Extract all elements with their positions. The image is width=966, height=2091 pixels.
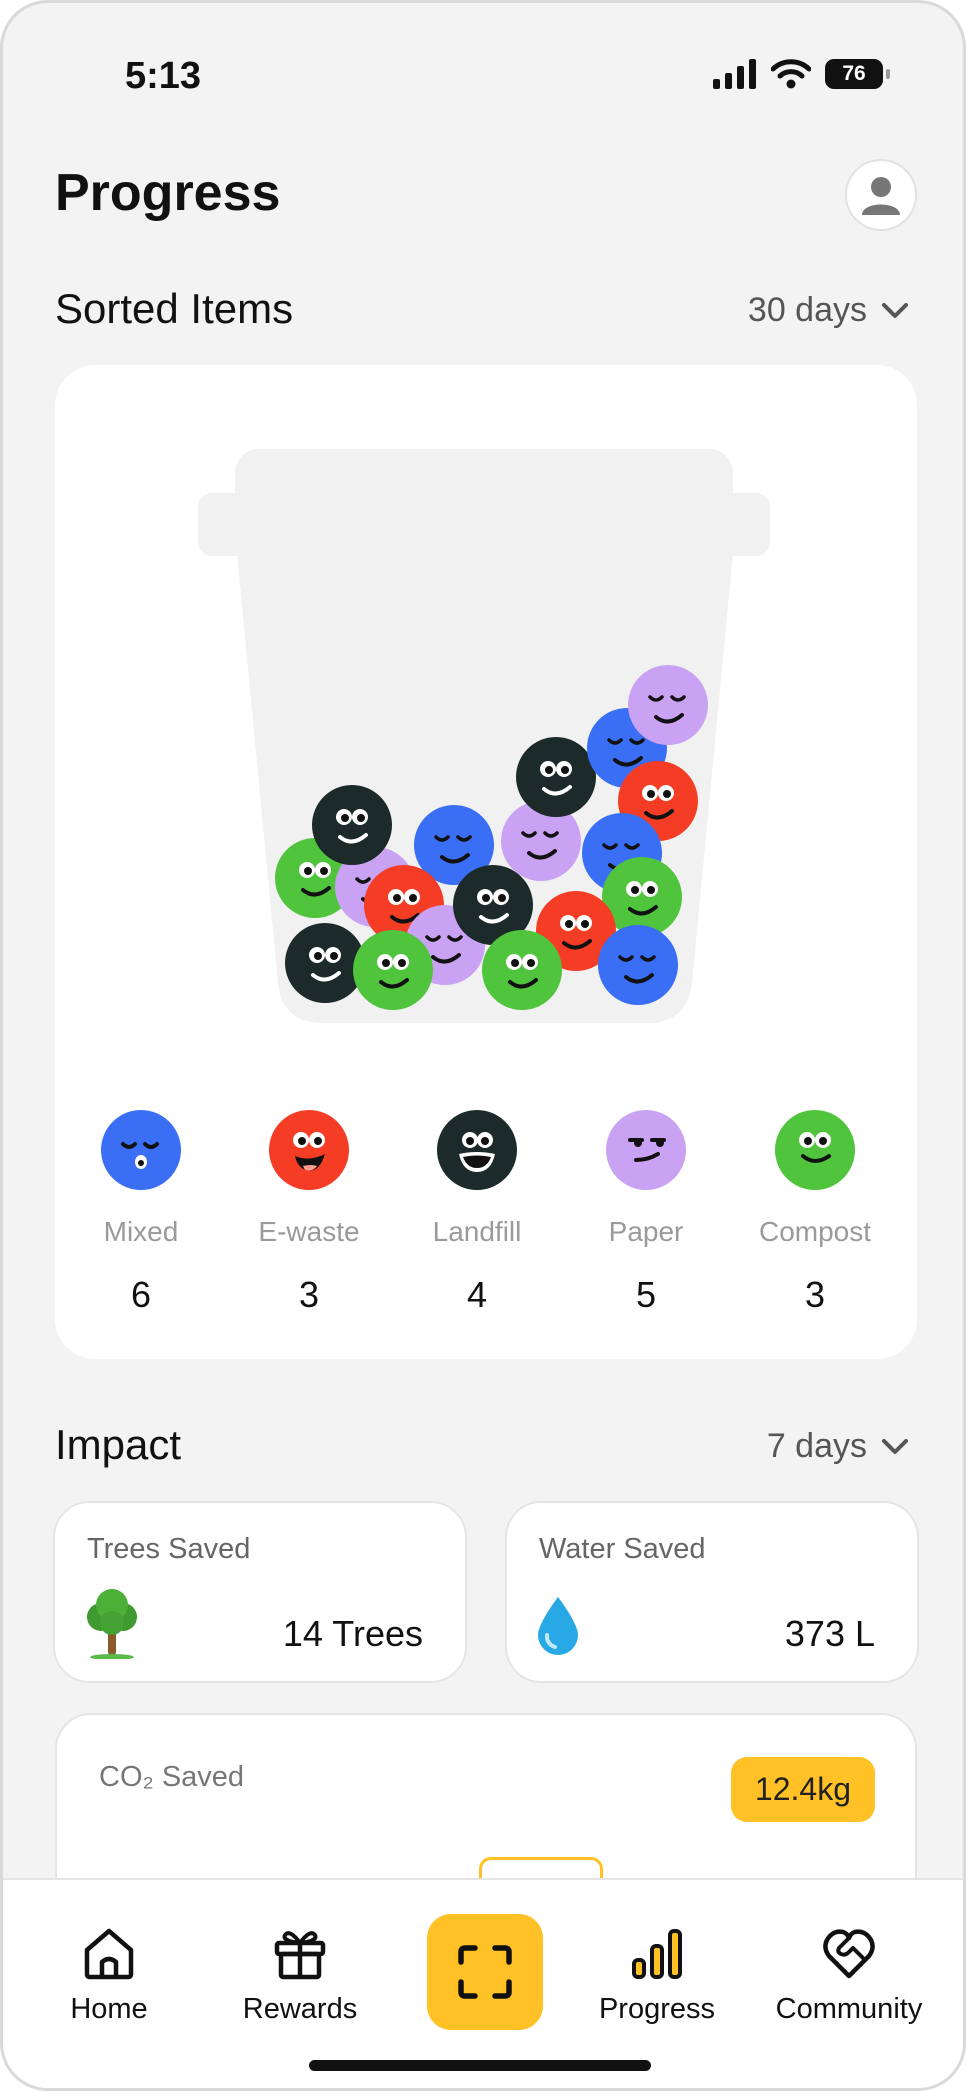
impact-period-label: 7 days xyxy=(766,1427,867,1465)
category-label: E-waste xyxy=(258,1216,360,1247)
bin-lid-top xyxy=(235,449,733,529)
home-icon xyxy=(84,1928,134,1980)
user-icon xyxy=(862,177,900,215)
category-landfill: Landfill 4 xyxy=(412,1110,542,1316)
bin-item-face xyxy=(628,665,708,745)
bar-chart-icon xyxy=(632,1929,682,1979)
mixed-face-icon xyxy=(101,1110,181,1190)
co2-saved-badge: 12.4kg xyxy=(730,1757,875,1822)
tab-progress-label: Progress xyxy=(598,1993,716,2025)
tab-rewards[interactable]: Rewards xyxy=(229,1926,371,2026)
status-icons: 76 xyxy=(713,59,890,89)
profile-avatar-button[interactable] xyxy=(845,159,917,231)
bin-item-face xyxy=(482,930,562,1010)
app-screen: 5:13 76 Progress Sorted Items 30 days Mi… xyxy=(0,0,966,2091)
tree-icon xyxy=(87,1589,137,1659)
impact-period-dropdown[interactable]: 7 days xyxy=(767,1427,909,1466)
water-drop-icon xyxy=(538,1597,578,1655)
ewaste-face-icon xyxy=(269,1110,349,1190)
category-label: Paper xyxy=(608,1216,684,1247)
tab-home[interactable]: Home xyxy=(49,1926,169,2026)
tab-home-label: Home xyxy=(70,1993,148,2025)
scan-icon xyxy=(458,1945,512,1999)
landfill-face-icon xyxy=(437,1110,517,1190)
trees-saved-value: 14 Trees xyxy=(282,1613,423,1654)
bin-item-face xyxy=(516,737,596,817)
bin-item-face xyxy=(598,925,678,1005)
battery-indicator: 76 xyxy=(825,59,890,89)
trees-saved-label: Trees Saved xyxy=(87,1533,251,1565)
category-label: Compost xyxy=(758,1216,872,1247)
paper-face-icon xyxy=(606,1110,686,1190)
water-saved-value: 373 L xyxy=(784,1613,875,1654)
status-time: 5:13 xyxy=(125,55,202,97)
bin-item-face xyxy=(312,785,392,865)
category-label: Mixed xyxy=(103,1216,179,1247)
category-mixed: Mixed 6 xyxy=(76,1110,206,1316)
tab-progress[interactable]: Progress xyxy=(591,1926,723,2026)
sorted-period-label: 30 days xyxy=(747,291,867,329)
category-count: 6 xyxy=(130,1274,152,1315)
heart-handshake-icon xyxy=(823,1929,875,1979)
category-count: 5 xyxy=(635,1274,657,1315)
category-count: 3 xyxy=(804,1274,826,1315)
sorted-period-dropdown[interactable]: 30 days xyxy=(748,291,909,330)
home-indicator xyxy=(309,2060,651,2071)
impact-title: Impact xyxy=(55,1421,182,1468)
co2-saved-label: CO₂ Saved xyxy=(99,1761,245,1793)
water-saved-card[interactable]: Water Saved 373 L xyxy=(505,1501,919,1683)
cellular-signal-icon xyxy=(713,59,756,89)
scan-button[interactable] xyxy=(427,1914,543,2030)
page-title: Progress xyxy=(55,164,281,222)
sorting-bin-illustration xyxy=(198,449,770,1023)
sorted-items-title: Sorted Items xyxy=(55,285,294,332)
chevron-down-icon xyxy=(882,1438,908,1454)
trees-saved-card[interactable]: Trees Saved 14 Trees xyxy=(53,1501,467,1683)
category-count: 4 xyxy=(466,1274,488,1315)
gift-icon xyxy=(274,1931,326,1980)
wifi-icon xyxy=(771,59,811,89)
tab-community[interactable]: Community xyxy=(769,1926,929,2026)
category-label: Landfill xyxy=(432,1216,522,1247)
category-ewaste: E-waste 3 xyxy=(244,1110,374,1316)
compost-face-icon xyxy=(775,1110,855,1190)
chevron-down-icon xyxy=(882,302,908,318)
category-count: 3 xyxy=(298,1274,320,1315)
bin-item-face xyxy=(285,923,365,1003)
bottom-tab-bar: Home Rewards Progress Community xyxy=(3,1878,963,2088)
category-compost: Compost 3 xyxy=(750,1110,880,1316)
tab-community-label: Community xyxy=(775,1993,923,2025)
category-paper: Paper 5 xyxy=(581,1110,711,1316)
water-saved-label: Water Saved xyxy=(539,1533,706,1565)
bin-item-face xyxy=(353,930,433,1010)
tab-rewards-label: Rewards xyxy=(242,1993,358,2025)
